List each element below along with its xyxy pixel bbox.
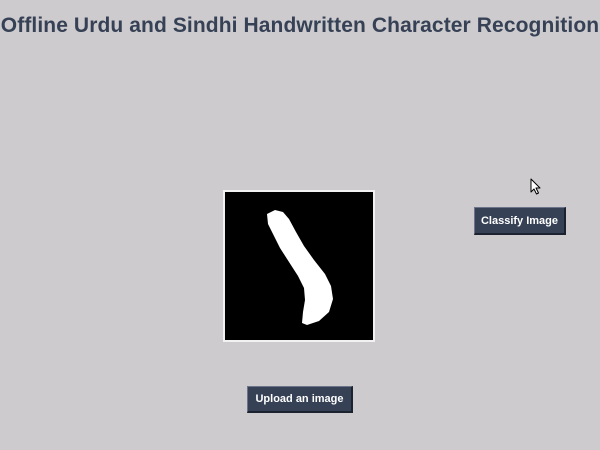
classify-image-button[interactable]: Classify Image <box>474 207 566 235</box>
upload-image-button[interactable]: Upload an image <box>247 386 353 413</box>
app-title: Offline Urdu and Sindhi Handwritten Char… <box>0 14 600 37</box>
arrow-cursor-icon <box>530 178 541 195</box>
uploaded-image-preview <box>223 190 375 342</box>
handwritten-character-image <box>225 192 373 340</box>
